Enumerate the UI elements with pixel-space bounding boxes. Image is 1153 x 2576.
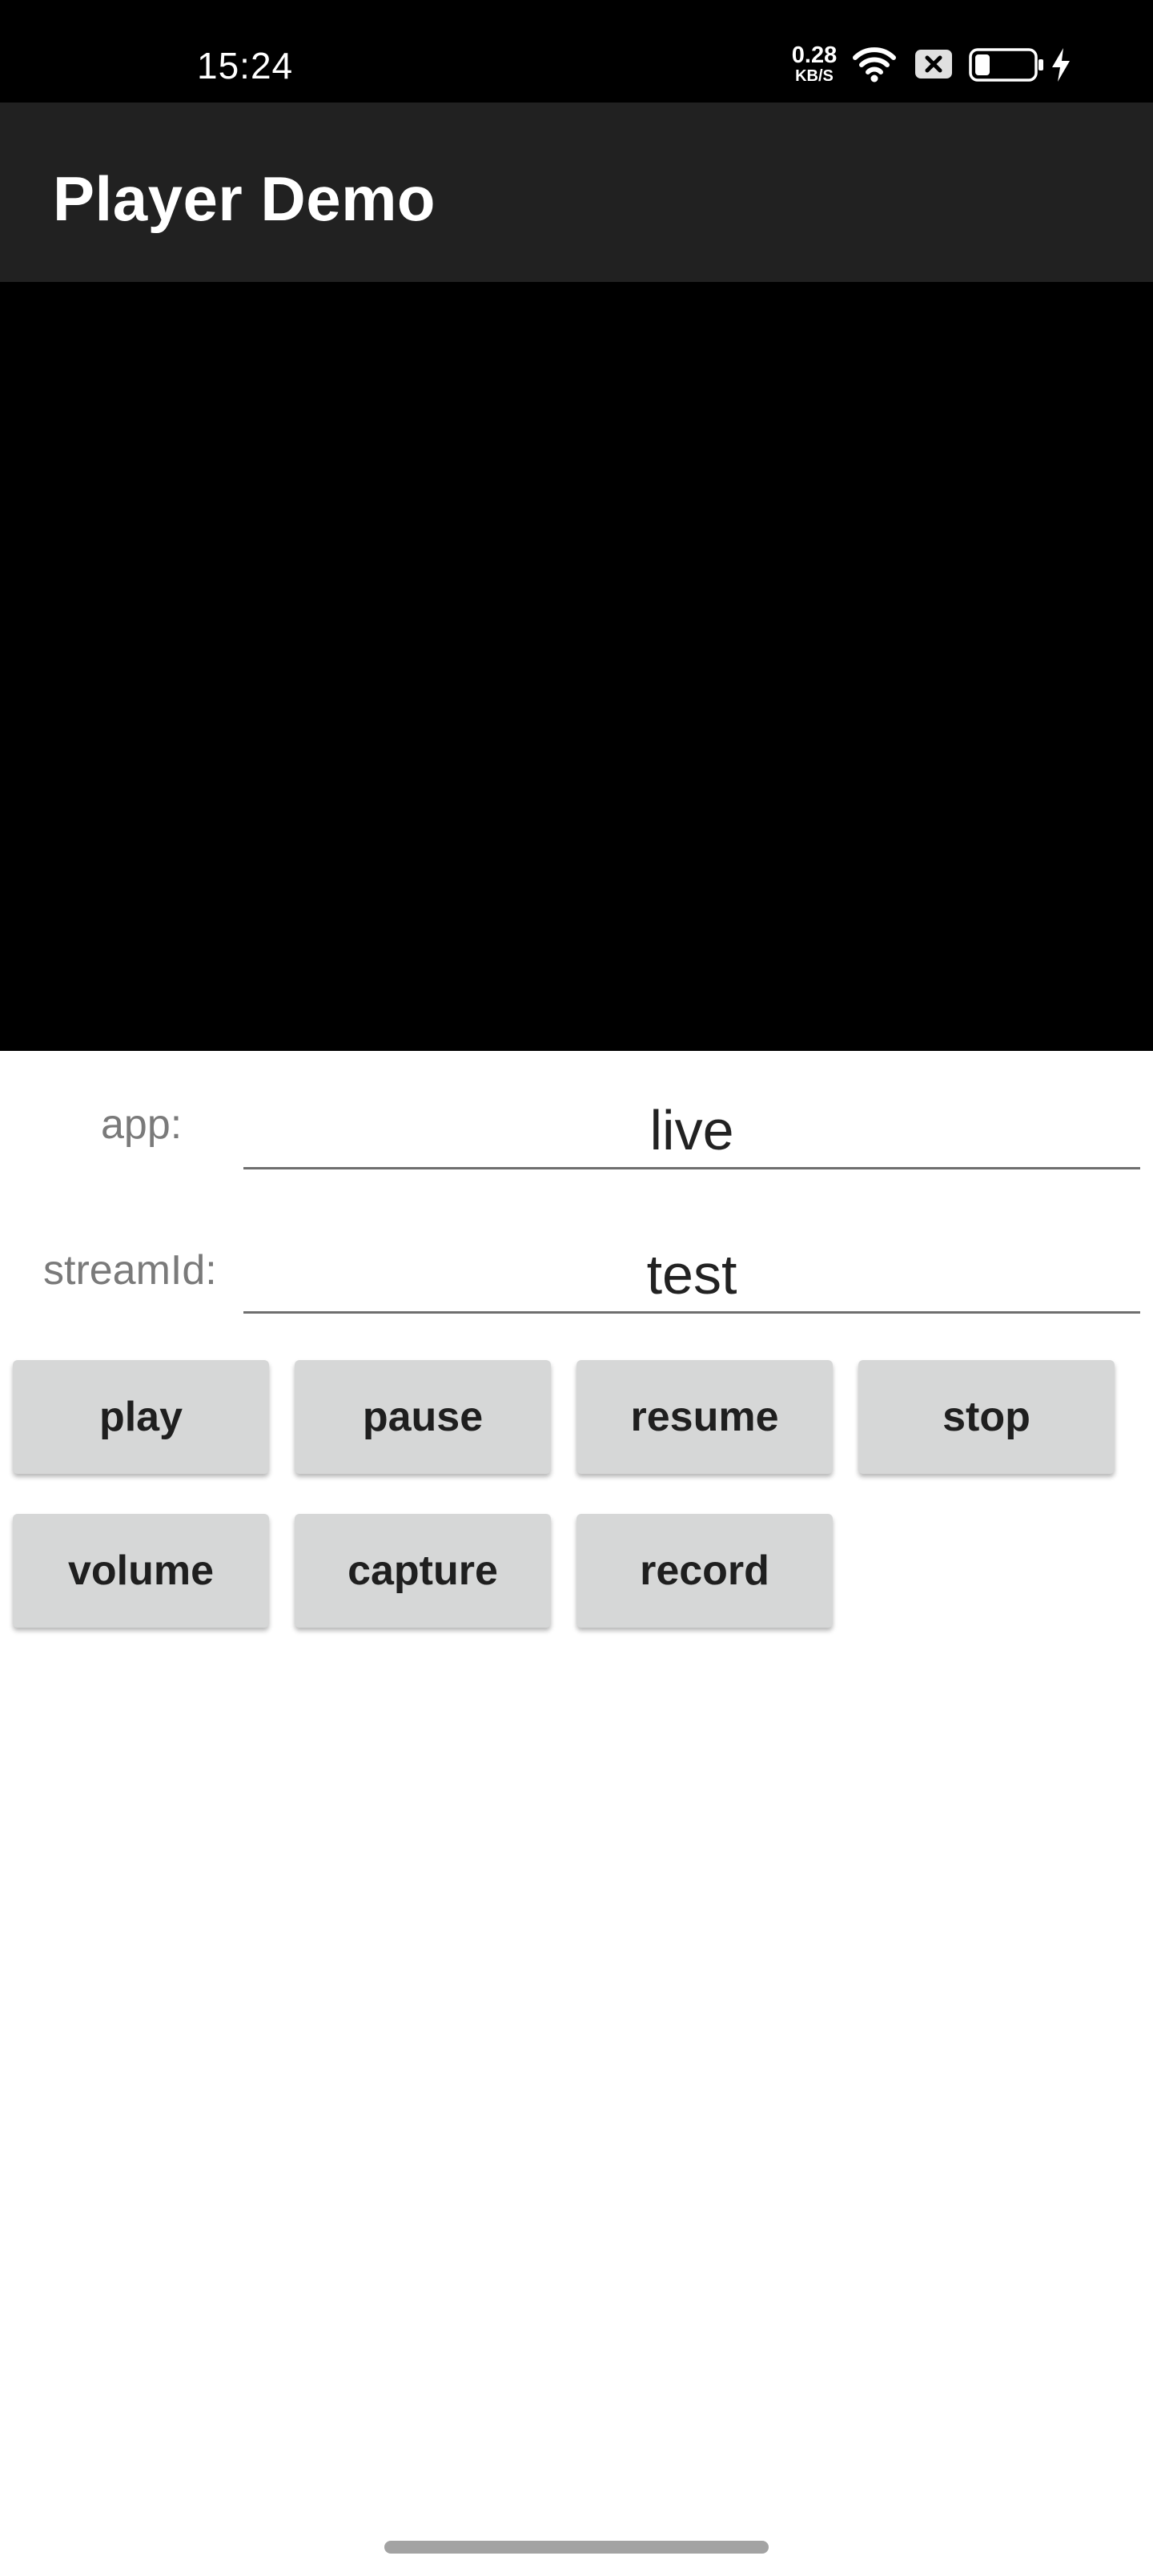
home-indicator[interactable] <box>384 2541 769 2554</box>
video-player-surface[interactable] <box>0 282 1153 1051</box>
play-button[interactable]: play <box>13 1360 269 1474</box>
wifi-icon <box>853 47 896 83</box>
status-time: 15:24 <box>197 45 294 87</box>
capture-button[interactable]: capture <box>295 1514 551 1628</box>
record-button[interactable]: record <box>576 1514 833 1628</box>
charging-bolt-icon <box>1052 48 1070 82</box>
app-bar: Player Demo <box>0 103 1153 282</box>
battery-level-fill <box>975 54 990 75</box>
stream-id-label: streamId: <box>43 1247 217 1294</box>
stop-button[interactable]: stop <box>858 1360 1115 1474</box>
status-bar: 15:24 0.28 KB/S <box>0 0 1153 103</box>
network-speed-unit: KB/S <box>795 67 834 85</box>
network-speed-value: 0.28 <box>791 42 838 68</box>
resume-button[interactable]: resume <box>576 1360 833 1474</box>
app-title: Player Demo <box>53 163 436 234</box>
app-label: app: <box>101 1101 183 1148</box>
volume-button[interactable]: volume <box>13 1514 269 1628</box>
pause-button[interactable]: pause <box>295 1360 551 1474</box>
x-icon <box>915 50 952 78</box>
stream-id-input[interactable] <box>243 1237 1140 1314</box>
network-speed: 0.28 KB/S <box>785 43 844 85</box>
battery-icon <box>969 48 1043 82</box>
app-input[interactable] <box>243 1093 1140 1169</box>
